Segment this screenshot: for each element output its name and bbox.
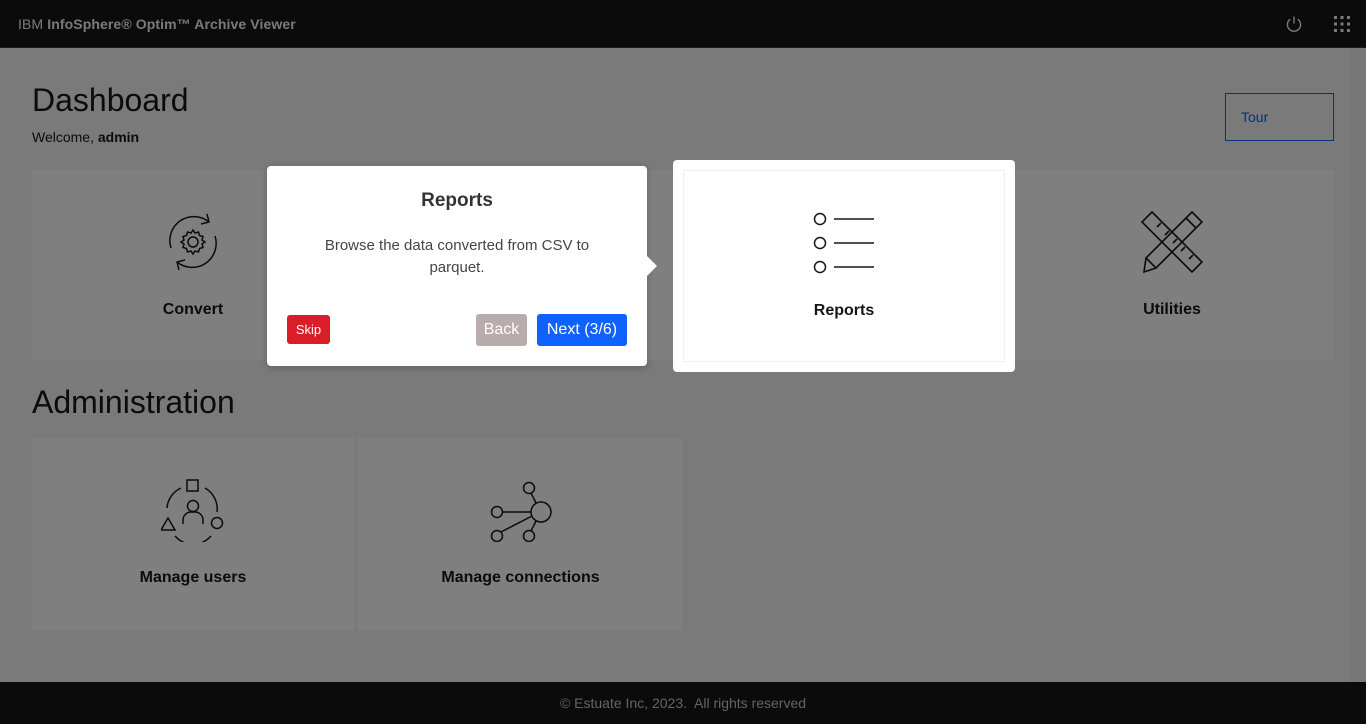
popover-title: Reports xyxy=(421,190,493,211)
next-button[interactable]: Next (3/6) xyxy=(537,314,627,346)
popover-arrow xyxy=(647,256,657,276)
skip-button[interactable]: Skip xyxy=(287,315,330,344)
tour-spotlight: Reports xyxy=(673,160,1015,372)
list-icon xyxy=(813,212,874,274)
tile-label: Reports xyxy=(813,302,875,319)
tile-reports[interactable]: Reports xyxy=(683,170,1005,362)
popover-description: Browse the data converted from CSV to pa… xyxy=(324,237,590,276)
tour-popover: Reports Browse the data converted from C… xyxy=(267,166,657,366)
back-button[interactable]: Back xyxy=(476,314,527,346)
